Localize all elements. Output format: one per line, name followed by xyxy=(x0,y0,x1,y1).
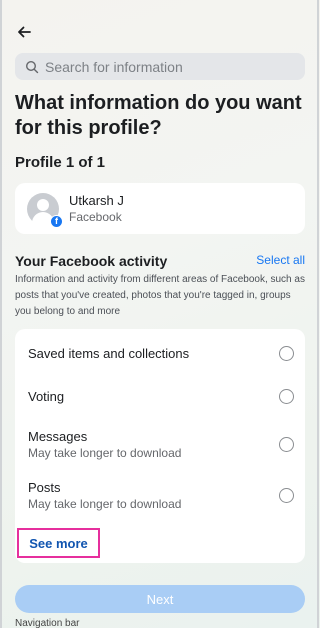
radio-button[interactable] xyxy=(279,345,294,361)
back-button[interactable] xyxy=(13,20,35,44)
section-description: Information and activity from different … xyxy=(15,274,305,317)
search-input[interactable] xyxy=(45,58,295,75)
radio-button[interactable] xyxy=(279,436,294,452)
arrow-left-icon xyxy=(16,24,32,40)
list-item-saved-items[interactable]: Saved items and collections xyxy=(28,343,294,363)
search-icon xyxy=(25,60,39,74)
list-item-subtitle: May take longer to download xyxy=(28,496,182,511)
search-bar[interactable] xyxy=(15,53,305,80)
activity-list: Saved items and collections Voting Messa… xyxy=(15,329,305,563)
navigation-bar-label: Navigation bar xyxy=(15,618,80,628)
page-title: What information do you want for this pr… xyxy=(15,92,302,139)
radio-button[interactable] xyxy=(279,388,294,404)
section-heading: Your Facebook activity xyxy=(15,253,168,269)
screen: What information do you want for this pr… xyxy=(0,0,319,628)
avatar-head xyxy=(37,198,49,211)
screen-edge-right xyxy=(317,0,319,628)
profile-name: Utkarsh J xyxy=(69,193,124,208)
facebook-badge-icon: f xyxy=(50,214,63,228)
list-item-label: Messages xyxy=(28,428,88,444)
profile-card: f Utkarsh J Facebook xyxy=(15,183,305,234)
profile-count: Profile 1 of 1 xyxy=(15,154,106,171)
next-button[interactable]: Next xyxy=(15,585,305,613)
list-item-messages[interactable]: Messages May take longer to download xyxy=(28,427,294,461)
list-item-label: Voting xyxy=(28,388,65,404)
list-item-posts[interactable]: Posts May take longer to download xyxy=(28,478,294,512)
see-more-button[interactable]: See more xyxy=(17,528,100,558)
select-all-link[interactable]: Select all xyxy=(256,253,305,267)
list-item-voting[interactable]: Voting xyxy=(28,386,294,406)
list-item-label: Saved items and collections xyxy=(28,345,190,361)
list-item-label: Posts xyxy=(28,479,61,495)
avatar: f xyxy=(27,192,63,228)
radio-button[interactable] xyxy=(279,487,294,503)
screen-edge-left xyxy=(0,0,2,628)
list-item-subtitle: May take longer to download xyxy=(28,445,182,460)
profile-platform: Facebook xyxy=(69,210,122,224)
